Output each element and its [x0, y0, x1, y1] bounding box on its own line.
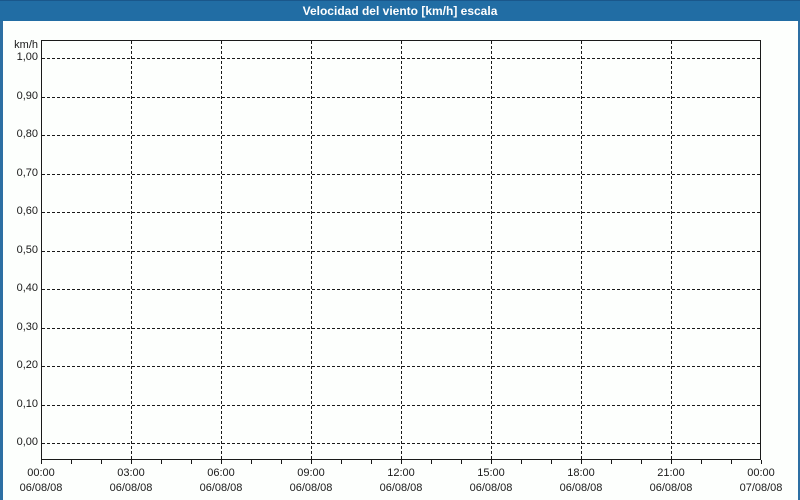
x-tick-time-label: 12:00 — [356, 467, 446, 480]
y-tick-label: 0,80 — [0, 128, 38, 141]
x-tick-date-label: 06/08/08 — [176, 482, 266, 495]
x-tick-time-label: 21:00 — [626, 467, 716, 480]
x-tick-date-label: 06/08/08 — [446, 482, 536, 495]
y-tick-label: 0,00 — [0, 436, 38, 449]
x-gridline — [401, 41, 402, 459]
x-tick-date-label: 06/08/08 — [86, 482, 176, 495]
y-tick-label: 0,30 — [0, 321, 38, 334]
y-tick-label: 0,10 — [0, 398, 38, 411]
x-tick-date-label: 06/08/08 — [626, 482, 716, 495]
x-tick-date-label: 06/08/08 — [266, 482, 356, 495]
x-tick-time-label: 06:00 — [176, 467, 266, 480]
y-tick-label: 0,40 — [0, 282, 38, 295]
x-axis-tick — [521, 460, 522, 464]
y-tick-label: 0,70 — [0, 167, 38, 180]
x-tick-time-label: 03:00 — [86, 467, 176, 480]
plot-area — [41, 40, 761, 460]
x-axis-tick — [551, 460, 552, 464]
y-tick-label: 0,90 — [0, 90, 38, 103]
x-gridline — [311, 41, 312, 459]
x-axis-tick — [461, 460, 462, 464]
x-tick-time-label: 00:00 — [716, 467, 800, 480]
y-tick-label: 0,20 — [0, 359, 38, 372]
x-axis-tick — [341, 460, 342, 464]
x-gridline — [581, 41, 582, 459]
x-tick-time-label: 18:00 — [536, 467, 626, 480]
x-axis-tick — [311, 460, 312, 464]
x-axis-tick — [251, 460, 252, 464]
x-axis-tick — [641, 460, 642, 464]
x-axis-tick — [71, 460, 72, 464]
x-gridline — [671, 41, 672, 459]
x-tick-time-label: 15:00 — [446, 467, 536, 480]
x-axis-tick — [761, 460, 762, 464]
x-axis-tick — [131, 460, 132, 464]
x-axis-tick — [581, 460, 582, 464]
y-tick-label: 0,60 — [0, 205, 38, 218]
y-tick-label: 0,50 — [0, 244, 38, 257]
x-tick-time-label: 00:00 — [0, 467, 86, 480]
x-axis-tick — [701, 460, 702, 464]
x-axis-tick — [221, 460, 222, 464]
x-axis-tick — [161, 460, 162, 464]
x-axis-tick — [401, 460, 402, 464]
x-axis-tick — [611, 460, 612, 464]
x-axis-tick — [431, 460, 432, 464]
x-tick-date-label: 06/08/08 — [0, 482, 86, 495]
x-axis-tick — [671, 460, 672, 464]
x-tick-date-label: 07/08/08 — [716, 482, 800, 495]
x-gridline — [221, 41, 222, 459]
x-axis-tick — [371, 460, 372, 464]
x-axis-tick — [41, 460, 42, 464]
x-axis-tick — [731, 460, 732, 464]
x-gridline — [131, 41, 132, 459]
x-tick-date-label: 06/08/08 — [536, 482, 626, 495]
x-axis-tick — [491, 460, 492, 464]
x-tick-date-label: 06/08/08 — [356, 482, 446, 495]
x-gridline — [491, 41, 492, 459]
y-tick-label: 1,00 — [0, 51, 38, 64]
wind-speed-chart-widget: Velocidad del viento [km/h] escala km/h … — [0, 0, 800, 500]
x-axis-tick — [101, 460, 102, 464]
x-axis-tick — [281, 460, 282, 464]
x-axis-tick — [191, 460, 192, 464]
chart-title-bar: Velocidad del viento [km/h] escala — [0, 0, 800, 21]
x-tick-time-label: 09:00 — [266, 467, 356, 480]
